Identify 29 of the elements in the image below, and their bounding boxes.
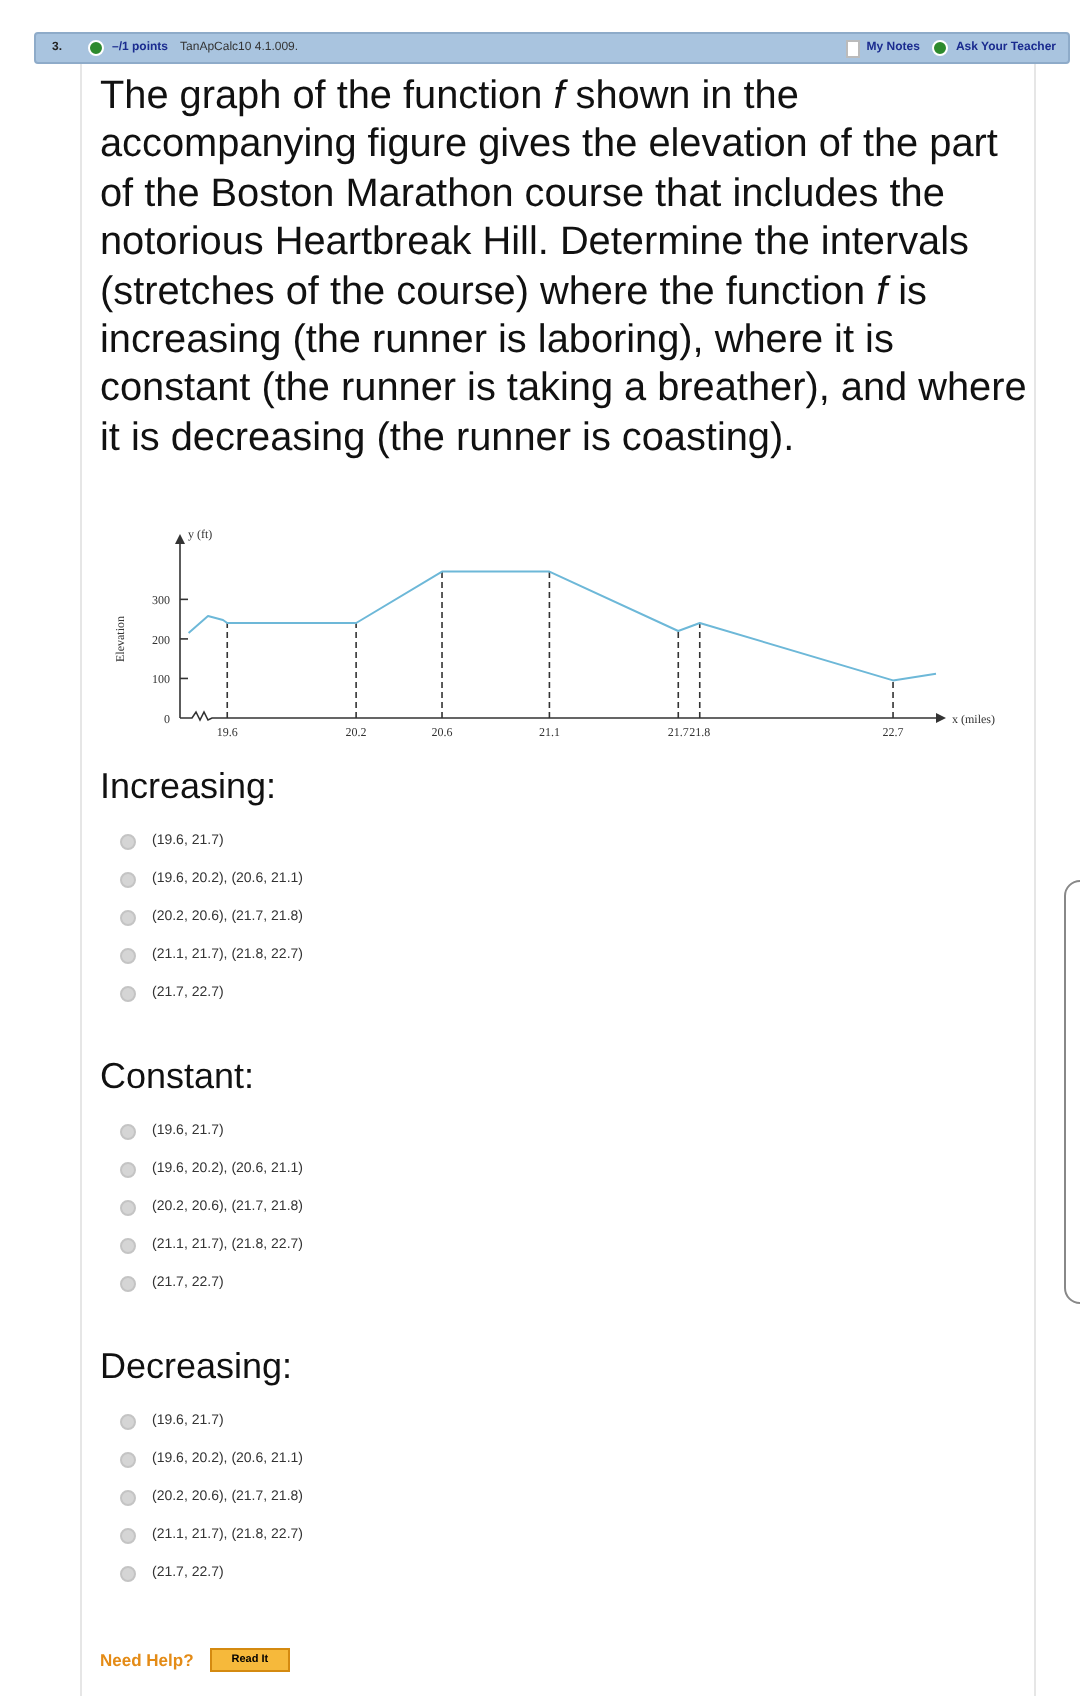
radio-button[interactable] <box>120 1451 136 1468</box>
radio-button[interactable] <box>120 833 136 850</box>
radio-button[interactable] <box>120 1275 136 1292</box>
tick-mark <box>179 678 189 680</box>
radio-button[interactable] <box>120 947 136 964</box>
radio-button[interactable] <box>120 871 136 888</box>
dashed-guide <box>698 622 701 720</box>
dashed-guide <box>226 622 229 720</box>
help-label: Need Help? <box>100 1650 194 1671</box>
radio-button[interactable] <box>120 1413 136 1430</box>
radio-button[interactable] <box>120 1123 136 1140</box>
radio-button[interactable] <box>120 1199 136 1216</box>
tick-mark <box>179 599 189 601</box>
dashed-guide <box>677 630 680 720</box>
radio-button[interactable] <box>120 1161 136 1178</box>
group-title: Decreasing: <box>100 1346 295 1389</box>
note-icon[interactable] <box>846 39 861 57</box>
radio-button[interactable] <box>120 909 136 926</box>
group-title: Constant: <box>100 1056 257 1099</box>
radio-button[interactable] <box>120 985 136 1002</box>
dashed-guide <box>355 622 357 720</box>
radio-button[interactable] <box>120 1565 136 1582</box>
question-text: The graph of the function f shown in the accompanying figure gives the elevation of the part of the Boston Marathon course that includes the notorious Heartbreak Hill. Determine the intervals (stretches of the course) where the function f is increasing (the runner is laboring), where it is constant (the runner is taking a breather), and where it is decreasing (the runner is coasting). <box>100 72 1029 463</box>
dashed-guide <box>892 680 894 720</box>
radio-button[interactable] <box>120 1489 136 1506</box>
tick-mark <box>179 638 189 641</box>
group-title: Increasing: <box>100 766 279 809</box>
radio-button[interactable] <box>120 1237 136 1254</box>
radio-button[interactable] <box>120 1527 136 1544</box>
